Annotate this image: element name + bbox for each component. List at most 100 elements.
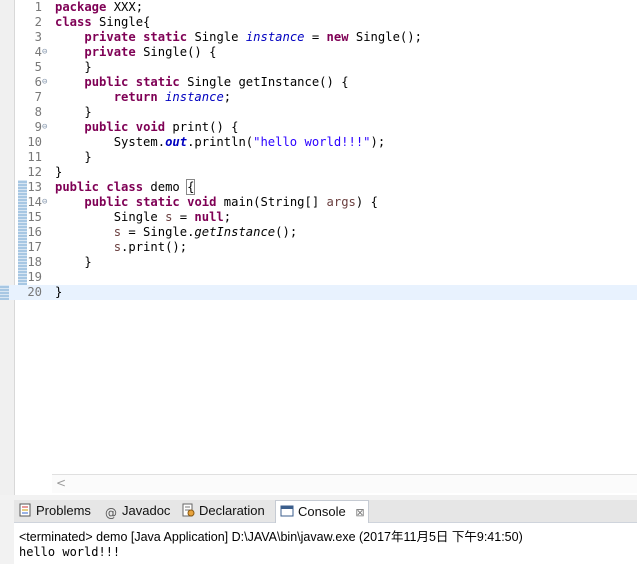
code-line[interactable]: 8 } <box>18 105 637 120</box>
code-line[interactable]: 13 public class demo { <box>18 179 637 195</box>
bottom-views-panel: Problems @ Javadoc Declaration Console ⊠ … <box>0 495 637 564</box>
code-token: print() { <box>165 120 239 134</box>
code-token: Single(); <box>348 30 422 44</box>
code-token: new <box>326 30 349 44</box>
code-token: args <box>326 195 356 209</box>
code-line[interactable]: 20} <box>0 285 637 300</box>
code-token: { <box>186 179 196 195</box>
code-line[interactable]: 6 ⊖ public static Single getInstance() { <box>18 75 637 90</box>
tab-console[interactable]: Console ⊠ <box>275 500 369 524</box>
code-token: "hello world!!!" <box>253 135 371 149</box>
code-editor[interactable]: 1 package XXX; 2 class Single{3 private sta… <box>0 0 637 495</box>
code-line[interactable]: 1 package XXX; <box>18 0 637 15</box>
code-line[interactable]: 19 <box>18 270 637 285</box>
line-number: 8 <box>34 105 42 119</box>
code-token: void <box>135 120 166 134</box>
code-token: s <box>113 225 122 239</box>
code-token: instance <box>165 90 224 104</box>
code-token: public <box>55 180 100 194</box>
code-line[interactable]: 12} <box>18 165 637 180</box>
code-token: } <box>55 285 63 299</box>
code-token: (); <box>275 225 298 239</box>
code-line[interactable]: 10 System.out.println("hello world!!!"); <box>18 135 637 150</box>
tab-javadoc-label: Javadoc <box>122 503 171 518</box>
code-text: class Single{ <box>55 15 150 30</box>
code-token: private <box>84 30 136 44</box>
code-text: } <box>55 105 91 120</box>
line-number: 14 <box>27 195 42 209</box>
code-token: ) { <box>355 195 378 209</box>
close-icon[interactable]: ⊠ <box>355 506 364 519</box>
line-number: 19 <box>27 270 42 284</box>
code-text: System.out.println("hello world!!!"); <box>55 135 386 150</box>
code-token: System. <box>55 135 166 149</box>
line-number: 13 <box>27 180 42 194</box>
code-token: public <box>84 120 129 134</box>
code-line[interactable]: 7 return instance; <box>18 90 637 105</box>
console-output-line: hello world!!! <box>19 545 121 559</box>
line-number: 3 <box>34 30 42 44</box>
line-number: 9 <box>34 120 42 134</box>
code-line[interactable]: 15 Single s = null; <box>18 210 637 225</box>
code-token: Single <box>187 30 246 44</box>
code-token: static <box>135 195 180 209</box>
line-number: 17 <box>27 240 42 254</box>
code-token: Single() { <box>135 45 217 59</box>
code-token: instance <box>245 30 305 44</box>
code-token: .print(); <box>121 240 188 254</box>
tab-problems[interactable]: Problems <box>18 500 100 522</box>
console-output[interactable]: <terminated> demo [Java Application] D:\… <box>14 523 637 564</box>
code-text: public static Single getInstance() { <box>55 75 348 90</box>
code-text: public static void main(String[] args) { <box>55 195 378 210</box>
tab-console-label: Console <box>298 504 346 519</box>
code-line[interactable]: 3 private static Single instance = new S… <box>18 30 637 45</box>
code-token: static <box>135 75 180 89</box>
code-line[interactable]: 14 ⊖ public static void main(String[] arg… <box>18 195 637 210</box>
code-token: } <box>55 60 92 74</box>
code-token: Single{ <box>91 15 151 29</box>
tab-javadoc[interactable]: @ Javadoc <box>104 500 180 522</box>
code-line[interactable]: 4 ⊖ private Single() { <box>18 45 637 60</box>
declaration-icon <box>182 503 195 517</box>
fold-collapse-icon[interactable]: ⊖ <box>42 195 52 210</box>
code-token: = Single. <box>121 225 195 239</box>
code-text: } <box>55 60 92 75</box>
fold-collapse-icon[interactable]: ⊖ <box>42 75 52 90</box>
fold-collapse-icon[interactable]: ⊖ <box>42 45 52 60</box>
code-token: s <box>113 240 122 254</box>
code-text: return instance; <box>55 90 231 105</box>
tab-declaration-label: Declaration <box>199 503 265 518</box>
code-token: null <box>194 210 224 224</box>
code-token: Single <box>55 210 166 224</box>
code-token: package <box>55 0 107 14</box>
code-line[interactable]: 17 s.print(); <box>18 240 637 255</box>
scroll-left-arrow[interactable]: < <box>56 476 66 490</box>
code-line[interactable]: 9 ⊖ public void print() { <box>18 120 637 135</box>
code-line[interactable]: 11 } <box>18 150 637 165</box>
code-text: private Single() { <box>55 45 216 60</box>
code-line[interactable]: 18 } <box>18 255 637 270</box>
code-token: out <box>165 135 188 149</box>
horizontal-scrollbar[interactable]: < <box>52 474 637 493</box>
code-token: static <box>143 30 188 44</box>
code-token: public <box>84 75 129 89</box>
code-area[interactable]: 1 package XXX; 2 class Single{3 private sta… <box>0 0 637 300</box>
tab-declaration[interactable]: Declaration <box>181 500 281 522</box>
code-text: public void print() { <box>55 120 238 135</box>
code-line[interactable]: 2 class Single{ <box>18 15 637 30</box>
line-number: 1 <box>34 0 42 14</box>
code-line[interactable]: 5 } <box>18 60 637 75</box>
code-token: main(String[] <box>216 195 327 209</box>
code-token: ); <box>370 135 386 149</box>
line-number: 7 <box>34 90 42 104</box>
code-line[interactable]: 16 s = Single.getInstance(); <box>18 225 637 240</box>
code-text: } <box>55 150 91 165</box>
fold-collapse-icon[interactable]: ⊖ <box>42 120 52 135</box>
